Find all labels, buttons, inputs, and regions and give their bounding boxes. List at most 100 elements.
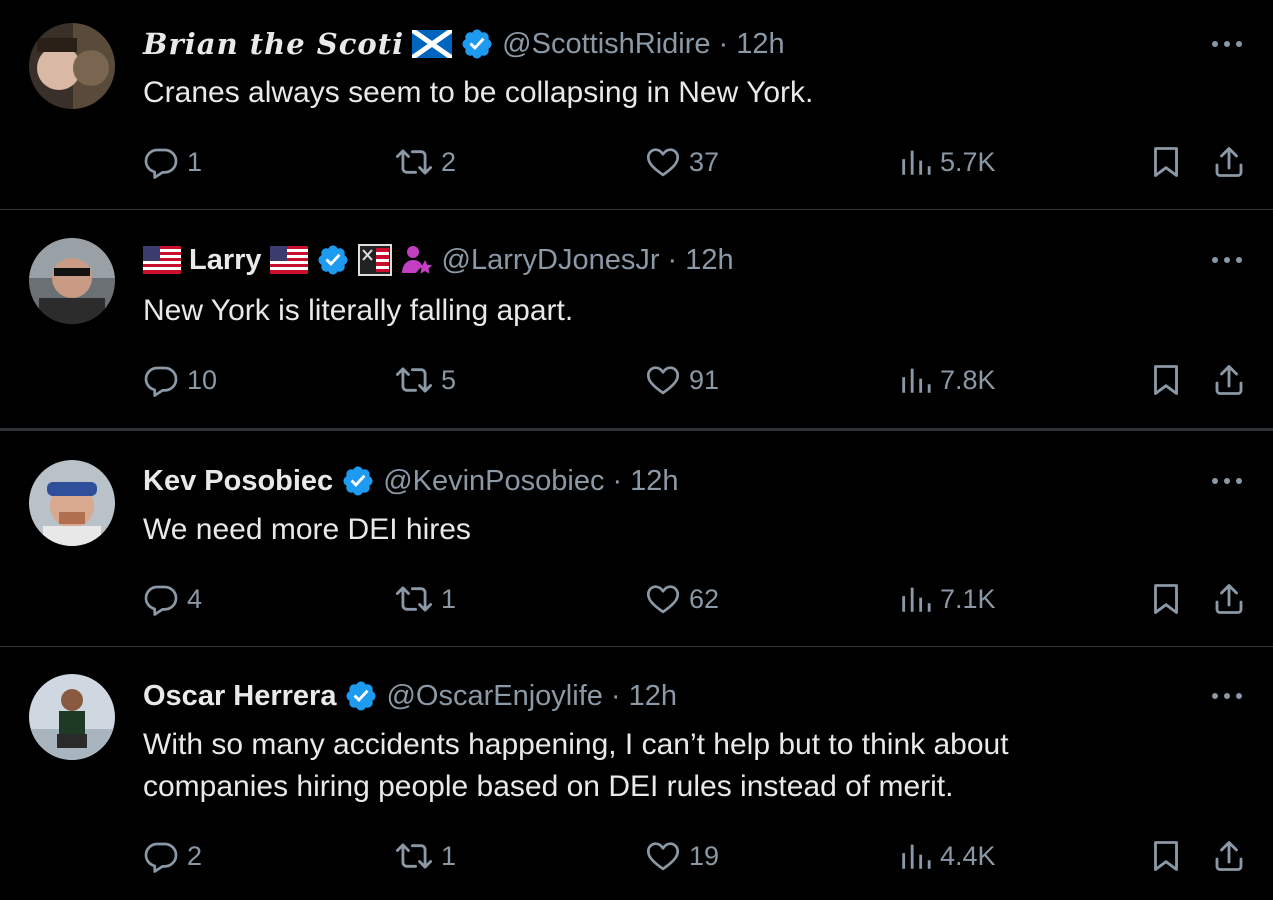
retweet-icon [395,143,433,181]
bookmark-icon [1148,362,1184,398]
retweet-button[interactable]: 1 [395,579,456,619]
reply-icon [143,581,179,617]
like-count: 37 [689,146,720,177]
tweet-2[interactable]: Larry @LarryDJonesJr · 12h New York is l… [0,210,1273,428]
tweet-1[interactable]: Brian the Scoti @ScottishRidire · 12h Cr… [0,0,1273,210]
share-icon [1211,144,1247,180]
display-name[interactable]: Larry [189,244,262,277]
share-button[interactable] [1211,579,1255,619]
more-icon[interactable] [1207,469,1247,493]
flag-emoji-icon [357,244,392,276]
avatar[interactable] [29,674,115,760]
separator-dot: · [612,464,623,497]
action-bar: 4 1 62 7.1K [143,579,1253,619]
retweet-count: 2 [441,146,457,177]
action-bar: 1 2 37 5.7K [143,142,1253,182]
verified-badge-icon[interactable] [316,243,350,277]
retweet-button[interactable]: 5 [395,360,456,400]
retweet-count: 5 [441,364,457,395]
verified-badge-icon[interactable] [460,27,494,61]
tweet-text: We need more DEI hires [143,513,471,546]
avatar[interactable] [29,460,115,546]
timestamp[interactable]: 12h [629,680,677,713]
retweet-button[interactable]: 1 [395,836,456,876]
separator-dot: · [718,27,729,60]
person-star-icon [400,243,434,277]
bookmark-icon [1148,838,1184,874]
views-button[interactable]: 7.8K [898,360,996,400]
timestamp[interactable]: 12h [630,465,678,498]
like-button[interactable]: 91 [645,360,719,400]
avatar[interactable] [29,238,115,324]
tweet-header: Brian the Scoti @ScottishRidire · 12h [143,24,785,64]
tweet-header: Oscar Herrera @OscarEnjoylife · 12h [143,676,677,716]
tweet-3[interactable]: Kev Posobiec @KevinPosobiec · 12h We nee… [0,431,1273,646]
share-button[interactable] [1211,360,1255,400]
tweet-header: Larry @LarryDJonesJr · 12h [143,240,734,280]
share-icon [1211,581,1247,617]
like-button[interactable]: 62 [645,579,719,619]
share-icon [1211,362,1247,398]
views-button[interactable]: 7.1K [898,579,996,619]
views-button[interactable]: 5.7K [898,142,996,182]
retweet-icon [395,837,433,875]
user-handle[interactable]: @KevinPosobiec [383,465,604,498]
user-handle[interactable]: @ScottishRidire [502,28,710,61]
bookmark-button[interactable] [1148,142,1192,182]
share-button[interactable] [1211,142,1255,182]
tweet-text: New York is literally falling apart. [143,294,574,327]
like-count: 62 [689,583,720,614]
reply-button[interactable]: 4 [143,579,202,619]
timestamp[interactable]: 12h [736,28,784,61]
bookmark-icon [1148,581,1184,617]
tweet-4[interactable]: Oscar Herrera @OscarEnjoylife · 12h With… [0,647,1273,900]
reply-count: 2 [187,840,203,871]
retweet-button[interactable]: 2 [395,142,456,182]
like-icon [645,581,681,617]
reply-button[interactable]: 1 [143,142,202,182]
more-icon[interactable] [1207,32,1247,56]
us-flag-icon [143,246,181,274]
action-bar: 2 1 19 4.4K [143,836,1253,876]
tweet-header: Kev Posobiec @KevinPosobiec · 12h [143,461,679,501]
retweet-icon [395,580,433,618]
avatar[interactable] [29,23,115,109]
more-icon[interactable] [1207,248,1247,272]
verified-badge-icon[interactable] [341,464,375,498]
separator-dot: · [667,243,678,276]
tweet-text: Cranes always seem to be collapsing in N… [143,76,814,109]
reply-button[interactable]: 10 [143,360,217,400]
bookmark-button[interactable] [1148,360,1192,400]
display-name[interactable]: Brian the Scoti [143,27,404,61]
like-button[interactable]: 37 [645,142,719,182]
views-button[interactable]: 4.4K [898,836,996,876]
user-handle[interactable]: @OscarEnjoylife [386,680,602,713]
reply-icon [143,362,179,398]
timestamp[interactable]: 12h [685,244,733,277]
retweet-count: 1 [441,583,457,614]
verified-badge-icon[interactable] [344,679,378,713]
share-icon [1211,838,1247,874]
bookmark-icon [1148,144,1184,180]
bookmark-button[interactable] [1148,836,1192,876]
reply-icon [143,838,179,874]
action-bar: 10 5 91 7.8K [143,360,1253,400]
user-handle[interactable]: @LarryDJonesJr [442,244,660,277]
more-icon[interactable] [1207,684,1247,708]
share-button[interactable] [1211,836,1255,876]
retweet-icon [395,361,433,399]
reply-count: 10 [187,364,218,395]
reply-count: 1 [187,146,203,177]
view-count: 7.1K [940,583,996,614]
reply-button[interactable]: 2 [143,836,202,876]
views-icon [898,839,932,873]
like-button[interactable]: 19 [645,836,719,876]
view-count: 7.8K [940,364,996,395]
like-icon [645,838,681,874]
display-name[interactable]: Kev Posobiec [143,465,333,498]
bookmark-button[interactable] [1148,579,1192,619]
views-icon [898,363,932,397]
like-count: 91 [689,364,720,395]
display-name[interactable]: Oscar Herrera [143,680,336,713]
reply-count: 4 [187,583,203,614]
